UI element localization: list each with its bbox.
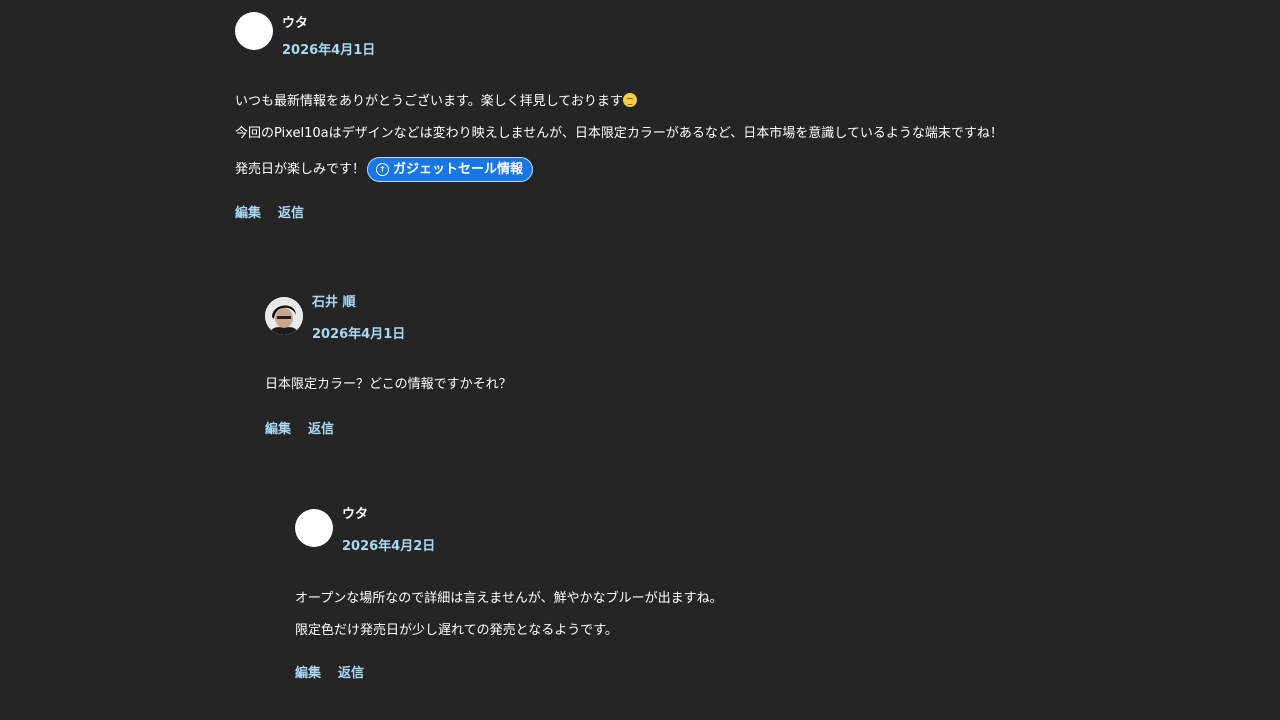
comment-paragraph: 日本限定カラー？どこの情報ですかそれ？ <box>265 377 512 392</box>
comment-header: 石井 順 2026年4月1日 <box>265 291 512 351</box>
comment-thread: ウタ 2026年4月1日 いつも最新情報をありがとうございます。楽しく拝見してお… <box>0 0 1280 720</box>
comment-body: いつも最新情報をありがとうございます。楽しく拝見しております 今回のPixel1… <box>235 93 1003 182</box>
comment-paragraph: オープンな場所なので詳細は言えませんが、鮮やかなブルーが出ますね。 <box>295 591 723 606</box>
comment-author-link[interactable]: 石井 順 <box>312 291 356 310</box>
comment-actions: 編集 返信 <box>235 202 1003 221</box>
comment: ウタ 2026年4月1日 いつも最新情報をありがとうございます。楽しく拝見してお… <box>235 12 1003 221</box>
reply-link[interactable]: 返信 <box>278 202 304 221</box>
comment-date-link[interactable]: 2026年4月2日 <box>342 535 435 554</box>
avatar <box>295 509 333 547</box>
gadget-sale-label: ガジェットセール情報 <box>393 161 524 177</box>
comment-actions: 編集 返信 <box>295 662 723 681</box>
avatar <box>235 12 273 50</box>
comment-header: ウタ 2026年4月2日 <box>295 503 723 563</box>
comment-paragraph: いつも最新情報をありがとうございます。楽しく拝見しております <box>235 93 1003 111</box>
comment-paragraph: 発売日が楽しみです！ ↑ ガジェットセール情報 <box>235 157 1003 182</box>
comment-paragraph: 限定色だけ発売日が少し遅れての発売となるようです。 <box>295 623 618 638</box>
reply-link[interactable]: 返信 <box>308 418 334 437</box>
comment-body: 日本限定カラー？どこの情報ですかそれ？ <box>265 376 512 394</box>
comment-body: オープンな場所なので詳細は言えませんが、鮮やかなブルーが出ますね。 限定色だけ発… <box>295 590 723 640</box>
edit-link[interactable]: 編集 <box>235 202 261 221</box>
edit-link[interactable]: 編集 <box>295 662 321 681</box>
comment-author: ウタ <box>282 16 309 31</box>
comment-text: 発売日が楽しみです！ <box>235 162 366 177</box>
comment-author: ウタ <box>342 507 369 522</box>
reply-link[interactable]: 返信 <box>338 662 364 681</box>
smiling-face-icon <box>622 93 637 107</box>
gadget-sale-button[interactable]: ↑ ガジェットセール情報 <box>367 157 534 182</box>
comment-date-link[interactable]: 2026年4月1日 <box>312 323 405 342</box>
comment-header: ウタ 2026年4月1日 <box>235 12 1003 72</box>
comment-text: いつも最新情報をありがとうございます。楽しく拝見しております <box>235 94 623 109</box>
avatar <box>265 297 303 335</box>
edit-link[interactable]: 編集 <box>265 418 291 437</box>
comment-reply: 石井 順 2026年4月1日 日本限定カラー？どこの情報ですかそれ？ 編集 返信 <box>265 291 512 437</box>
arrow-up-circle-icon: ↑ <box>376 163 390 176</box>
comment-actions: 編集 返信 <box>265 418 512 437</box>
comment-date-link[interactable]: 2026年4月1日 <box>282 39 375 58</box>
comment-paragraph: 今回のPixel10aはデザインなどは変わり映えしませんが、日本限定カラーがある… <box>235 126 1003 141</box>
comment-reply: ウタ 2026年4月2日 オープンな場所なので詳細は言えませんが、鮮やかなブルー… <box>295 503 723 681</box>
